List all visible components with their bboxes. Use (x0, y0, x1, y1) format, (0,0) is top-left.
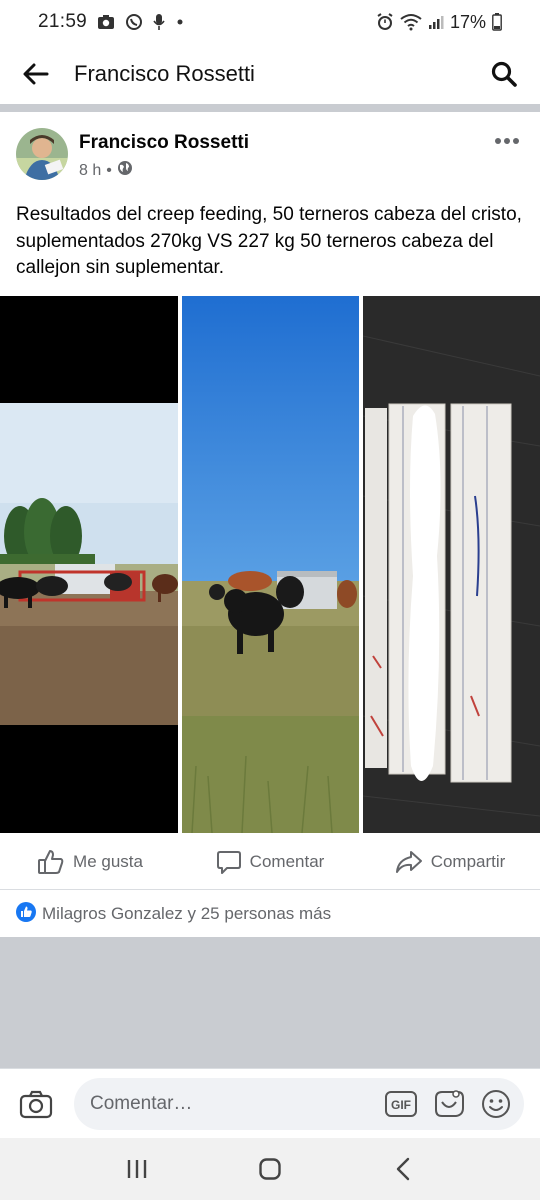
whatsapp-icon (125, 13, 143, 31)
page-title: Francisco Rossetti (74, 61, 255, 86)
emoji-icon[interactable] (480, 1088, 512, 1120)
globe-icon (117, 160, 133, 181)
reactions-summary[interactable]: Milagros Gonzalez y 25 personas más (0, 891, 540, 937)
comment-input[interactable]: Comentar… GIF (74, 1077, 524, 1130)
like-label: Me gusta (73, 851, 143, 871)
meta-separator: • (106, 161, 112, 179)
alarm-icon (376, 13, 394, 31)
post-time[interactable]: 8 h (79, 162, 101, 180)
reactions-text: Milagros Gonzalez y 25 personas más (42, 904, 332, 923)
wifi-icon (400, 13, 422, 31)
system-nav-bar (0, 1138, 540, 1200)
signal-icon (428, 14, 444, 30)
recent-apps-icon[interactable] (107, 1149, 167, 1189)
post-actions: Me gusta Comentar Compartir (0, 834, 540, 890)
comment-button[interactable]: Comentar (180, 849, 360, 875)
share-label: Compartir (430, 851, 506, 871)
status-time: 21:59 (38, 11, 88, 32)
sticker-icon[interactable] (432, 1088, 466, 1120)
post-header: Francisco Rossetti 8 h • (0, 112, 540, 192)
camera-icon (97, 14, 115, 30)
back-nav-icon[interactable] (373, 1149, 433, 1189)
comment-label: Comentar (249, 851, 325, 871)
dot-icon (175, 17, 185, 27)
post-text: Resultados del creep feeding, 50 ternero… (16, 204, 522, 278)
photo-weigh-tickets[interactable] (363, 296, 540, 833)
like-reaction-icon (16, 901, 36, 927)
photo-cattle-field[interactable] (182, 296, 359, 833)
more-options-icon[interactable] (490, 128, 524, 152)
share-button[interactable]: Compartir (360, 849, 540, 875)
home-icon[interactable] (240, 1149, 300, 1189)
section-divider (0, 104, 540, 112)
comment-placeholder: Comentar… (90, 1092, 193, 1114)
photo-cattle-feeder[interactable] (0, 296, 178, 833)
camera-icon[interactable] (16, 1084, 56, 1124)
search-icon[interactable] (488, 58, 520, 90)
gif-label: GIF (391, 1098, 411, 1112)
avatar[interactable] (16, 128, 68, 180)
comments-area (0, 937, 540, 1068)
author-name[interactable]: Francisco Rossetti (79, 132, 249, 154)
battery-text: 17% (449, 11, 486, 32)
comment-icon (216, 849, 242, 875)
thumbs-up-icon (37, 849, 65, 875)
gif-icon[interactable]: GIF (384, 1089, 418, 1119)
photo-grid (0, 296, 540, 833)
status-bar: 21:59 17% (0, 0, 540, 44)
arrow-left-icon[interactable] (20, 58, 52, 90)
share-icon (395, 849, 423, 875)
mic-icon (153, 13, 165, 31)
app-header: Francisco Rossetti (0, 44, 540, 104)
battery-icon (492, 13, 502, 31)
comment-composer: Comentar… GIF (0, 1068, 540, 1138)
like-button[interactable]: Me gusta (0, 849, 180, 875)
